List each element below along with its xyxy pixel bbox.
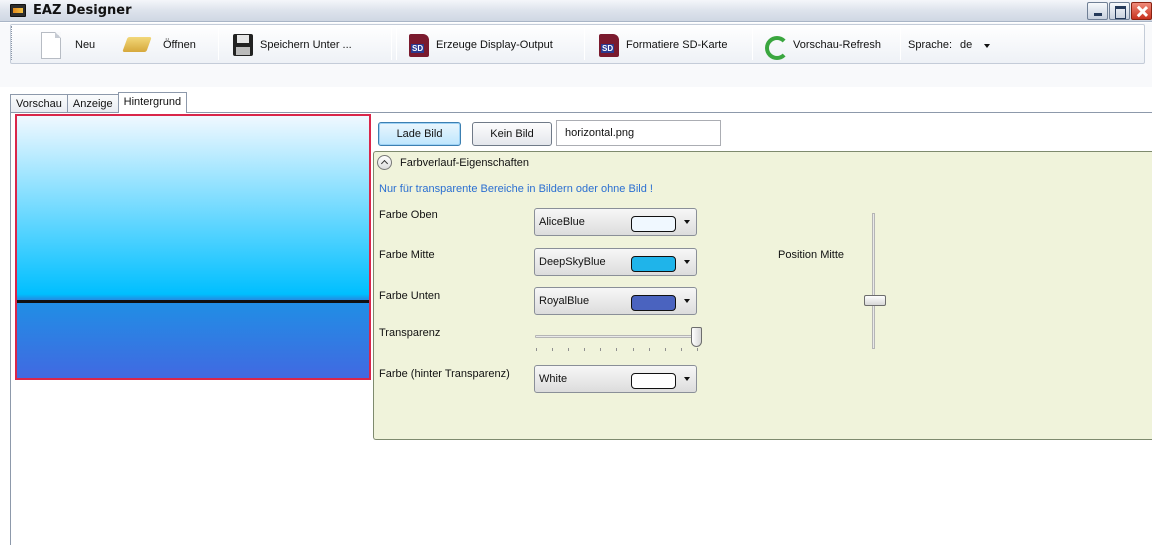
app-icon (10, 4, 26, 17)
image-file-field[interactable]: horizontal.png (556, 120, 721, 146)
color-top-select[interactable]: AliceBlue (534, 208, 697, 236)
collapse-icon[interactable] (377, 155, 392, 170)
color-top-label: Farbe Oben (379, 209, 438, 221)
open-folder-icon (123, 35, 153, 55)
chevron-down-icon (684, 220, 690, 224)
chevron-down-icon (684, 299, 690, 303)
chevron-down-icon (684, 377, 690, 381)
display-output-button[interactable]: SD Erzeuge Display-Output (409, 25, 553, 65)
window-title: EAZ Designer (33, 3, 132, 18)
toolbar-separator (396, 28, 397, 60)
floppy-disk-icon (233, 34, 253, 56)
display-output-button-label: Erzeuge Display-Output (436, 39, 553, 51)
refresh-icon (764, 35, 789, 60)
behind-color-label: Farbe (hinter Transparenz) (379, 368, 510, 380)
refresh-button-label: Vorschau-Refresh (793, 39, 882, 51)
background-preview (15, 114, 371, 380)
new-document-icon (41, 31, 61, 59)
tab-hintergrund[interactable]: Hintergrund (117, 92, 188, 113)
preview-divider-line (17, 300, 369, 303)
sd-card-icon: SD (599, 33, 619, 57)
color-bottom-value: RoyalBlue (539, 295, 590, 307)
color-mid-label: Farbe Mitte (379, 249, 435, 261)
close-button[interactable] (1131, 2, 1152, 20)
refresh-button[interactable]: Vorschau-Refresh (764, 25, 881, 65)
transparency-label: Transparenz (379, 327, 441, 339)
transparency-slider-ticks (536, 348, 698, 351)
load-image-button[interactable]: Lade Bild (378, 122, 461, 146)
sd-icon-text: SD (411, 43, 425, 53)
toolbar-separator (391, 28, 392, 60)
format-sd-button-label: Formatiere SD-Karte (626, 39, 728, 51)
toolbar-separator (900, 28, 901, 60)
new-button-label: Neu (75, 39, 96, 51)
toolbar: Neu Öffnen Speichern Unter ... SD Erzeug… (10, 24, 1145, 64)
tab-anzeige[interactable]: Anzeige (66, 94, 119, 113)
color-mid-select[interactable]: DeepSkyBlue (534, 248, 697, 276)
toolbar-separator (218, 28, 219, 60)
language-value: de (960, 39, 973, 51)
chevron-down-icon (684, 260, 690, 264)
maximize-button[interactable] (1109, 2, 1130, 20)
position-mid-slider-thumb[interactable] (864, 295, 886, 306)
behind-color-swatch (631, 373, 676, 389)
new-button[interactable]: Neu (41, 25, 95, 65)
sd-card-icon: SD (409, 33, 429, 57)
open-button[interactable]: Öffnen (123, 25, 196, 65)
tab-strip: Vorschau Anzeige Hintergrund (10, 92, 188, 113)
save-as-button[interactable]: Speichern Unter ... (233, 25, 352, 65)
transparency-slider-track[interactable] (535, 335, 697, 338)
color-mid-swatch (631, 256, 676, 272)
format-sd-button[interactable]: SD Formatiere SD-Karte (599, 25, 727, 65)
gradient-header: Farbverlauf-Eigenschaften (400, 157, 530, 169)
chevron-down-icon (984, 44, 991, 48)
toolbar-grip[interactable] (11, 26, 14, 60)
no-image-button[interactable]: Kein Bild (472, 122, 552, 146)
toolbar-separator (584, 28, 585, 60)
open-button-label: Öffnen (163, 39, 196, 51)
sd-icon-text: SD (601, 43, 615, 53)
language-label: Sprache: (908, 39, 953, 51)
color-top-value: AliceBlue (539, 216, 585, 228)
color-bottom-label: Farbe Unten (379, 290, 441, 302)
tab-vorschau[interactable]: Vorschau (10, 94, 68, 113)
title-bar: EAZ Designer (0, 0, 1152, 22)
save-as-button-label: Speichern Unter ... (260, 39, 352, 51)
position-mid-label: Position Mitte (778, 249, 845, 261)
position-mid-slider-track[interactable] (872, 213, 875, 349)
color-bottom-select[interactable]: RoyalBlue (534, 287, 697, 315)
minimize-button[interactable] (1087, 2, 1108, 20)
toolbar-separator (752, 28, 753, 60)
transparency-slider-thumb[interactable] (691, 327, 702, 347)
color-top-swatch (631, 216, 676, 232)
transparency-hint: Nur für transparente Bereiche in Bildern… (379, 183, 653, 195)
color-bottom-swatch (631, 295, 676, 311)
color-mid-value: DeepSkyBlue (539, 256, 606, 268)
language-selector[interactable]: Sprache: de (908, 25, 991, 65)
behind-color-value: White (539, 373, 568, 385)
behind-color-select[interactable]: White (534, 365, 697, 393)
